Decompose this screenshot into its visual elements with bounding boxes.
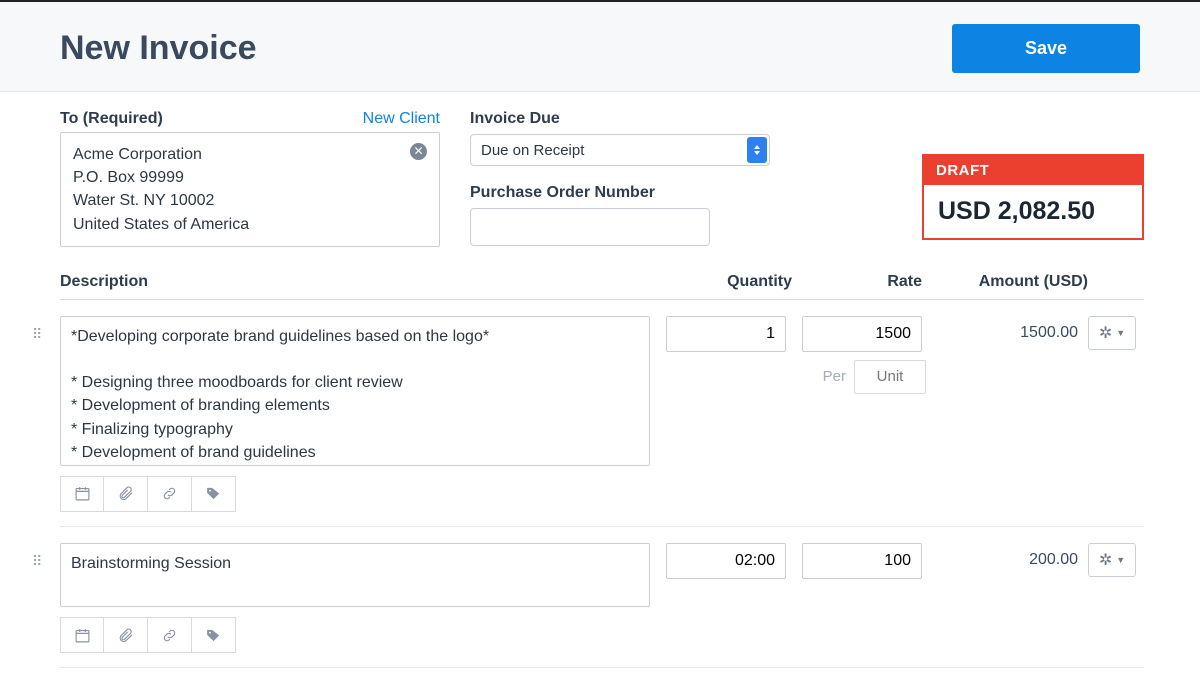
- attachment-icon[interactable]: [104, 617, 148, 653]
- tag-icon[interactable]: [192, 476, 236, 512]
- line-items-header: Description Quantity Rate Amount (USD): [60, 273, 1144, 300]
- client-label: To (Required): [60, 110, 163, 128]
- client-line-1: Acme Corporation: [73, 143, 427, 166]
- line-amount: 200.00: [928, 543, 1078, 667]
- page-header: New Invoice Save: [0, 0, 1200, 92]
- invoice-due-select[interactable]: Due on Receipt: [470, 134, 770, 166]
- client-line-3: Water St. NY 10002: [73, 189, 427, 212]
- tag-icon[interactable]: [192, 617, 236, 653]
- line-rate-input[interactable]: [802, 316, 922, 352]
- line-item-row: ⠿ 200.00 ✲ ▼: [60, 527, 1144, 668]
- line-rate-input[interactable]: [802, 543, 922, 579]
- new-client-link[interactable]: New Client: [363, 110, 440, 128]
- chevron-down-icon: ▼: [1116, 328, 1125, 338]
- save-button[interactable]: Save: [952, 24, 1140, 73]
- line-gear-button[interactable]: ✲ ▼: [1088, 316, 1136, 350]
- draft-badge: DRAFT: [924, 156, 1142, 185]
- col-quantity: Quantity: [678, 273, 808, 291]
- calendar-icon[interactable]: [60, 617, 104, 653]
- attachment-icon[interactable]: [104, 476, 148, 512]
- gear-icon: ✲: [1099, 550, 1112, 570]
- po-input[interactable]: [470, 208, 710, 246]
- link-icon[interactable]: [148, 617, 192, 653]
- drag-handle-icon[interactable]: ⠿: [32, 543, 50, 570]
- page-title: New Invoice: [60, 29, 257, 68]
- line-item-row: ⠿ 1500.00 ✲ ▼ Per: [60, 300, 1144, 527]
- client-line-2: P.O. Box 99999: [73, 166, 427, 189]
- col-amount: Amount (USD): [938, 273, 1088, 291]
- per-unit-group: Per: [823, 360, 926, 394]
- gear-icon: ✲: [1099, 323, 1112, 343]
- line-gear-button[interactable]: ✲ ▼: [1088, 543, 1136, 577]
- invoice-total-box: DRAFT USD 2,082.50: [922, 154, 1144, 240]
- invoice-form: To (Required) New Client Acme Corporatio…: [0, 92, 1200, 668]
- line-icon-strip: [60, 476, 650, 512]
- clear-client-icon[interactable]: ✕: [410, 143, 427, 160]
- po-label: Purchase Order Number: [470, 184, 730, 202]
- client-box[interactable]: Acme Corporation P.O. Box 99999 Water St…: [60, 132, 440, 247]
- invoice-due-value: Due on Receipt: [481, 142, 584, 159]
- invoice-due-label: Invoice Due: [470, 110, 560, 127]
- invoice-total-amount: USD 2,082.50: [924, 185, 1142, 238]
- line-description-input[interactable]: [60, 543, 650, 607]
- line-icon-strip: [60, 617, 650, 653]
- link-icon[interactable]: [148, 476, 192, 512]
- col-rate: Rate: [808, 273, 938, 291]
- client-line-4: United States of America: [73, 213, 427, 236]
- calendar-icon[interactable]: [60, 476, 104, 512]
- drag-handle-icon[interactable]: ⠿: [32, 316, 50, 343]
- col-description: Description: [60, 273, 678, 291]
- line-quantity-input[interactable]: [666, 316, 786, 352]
- chevron-down-icon: ▼: [1116, 555, 1125, 565]
- line-quantity-input[interactable]: [666, 543, 786, 579]
- unit-input[interactable]: [854, 360, 926, 394]
- per-label: Per: [823, 368, 846, 385]
- line-description-input[interactable]: [60, 316, 650, 466]
- select-caret-icon: [747, 137, 767, 163]
- line-amount: 1500.00: [928, 316, 1078, 526]
